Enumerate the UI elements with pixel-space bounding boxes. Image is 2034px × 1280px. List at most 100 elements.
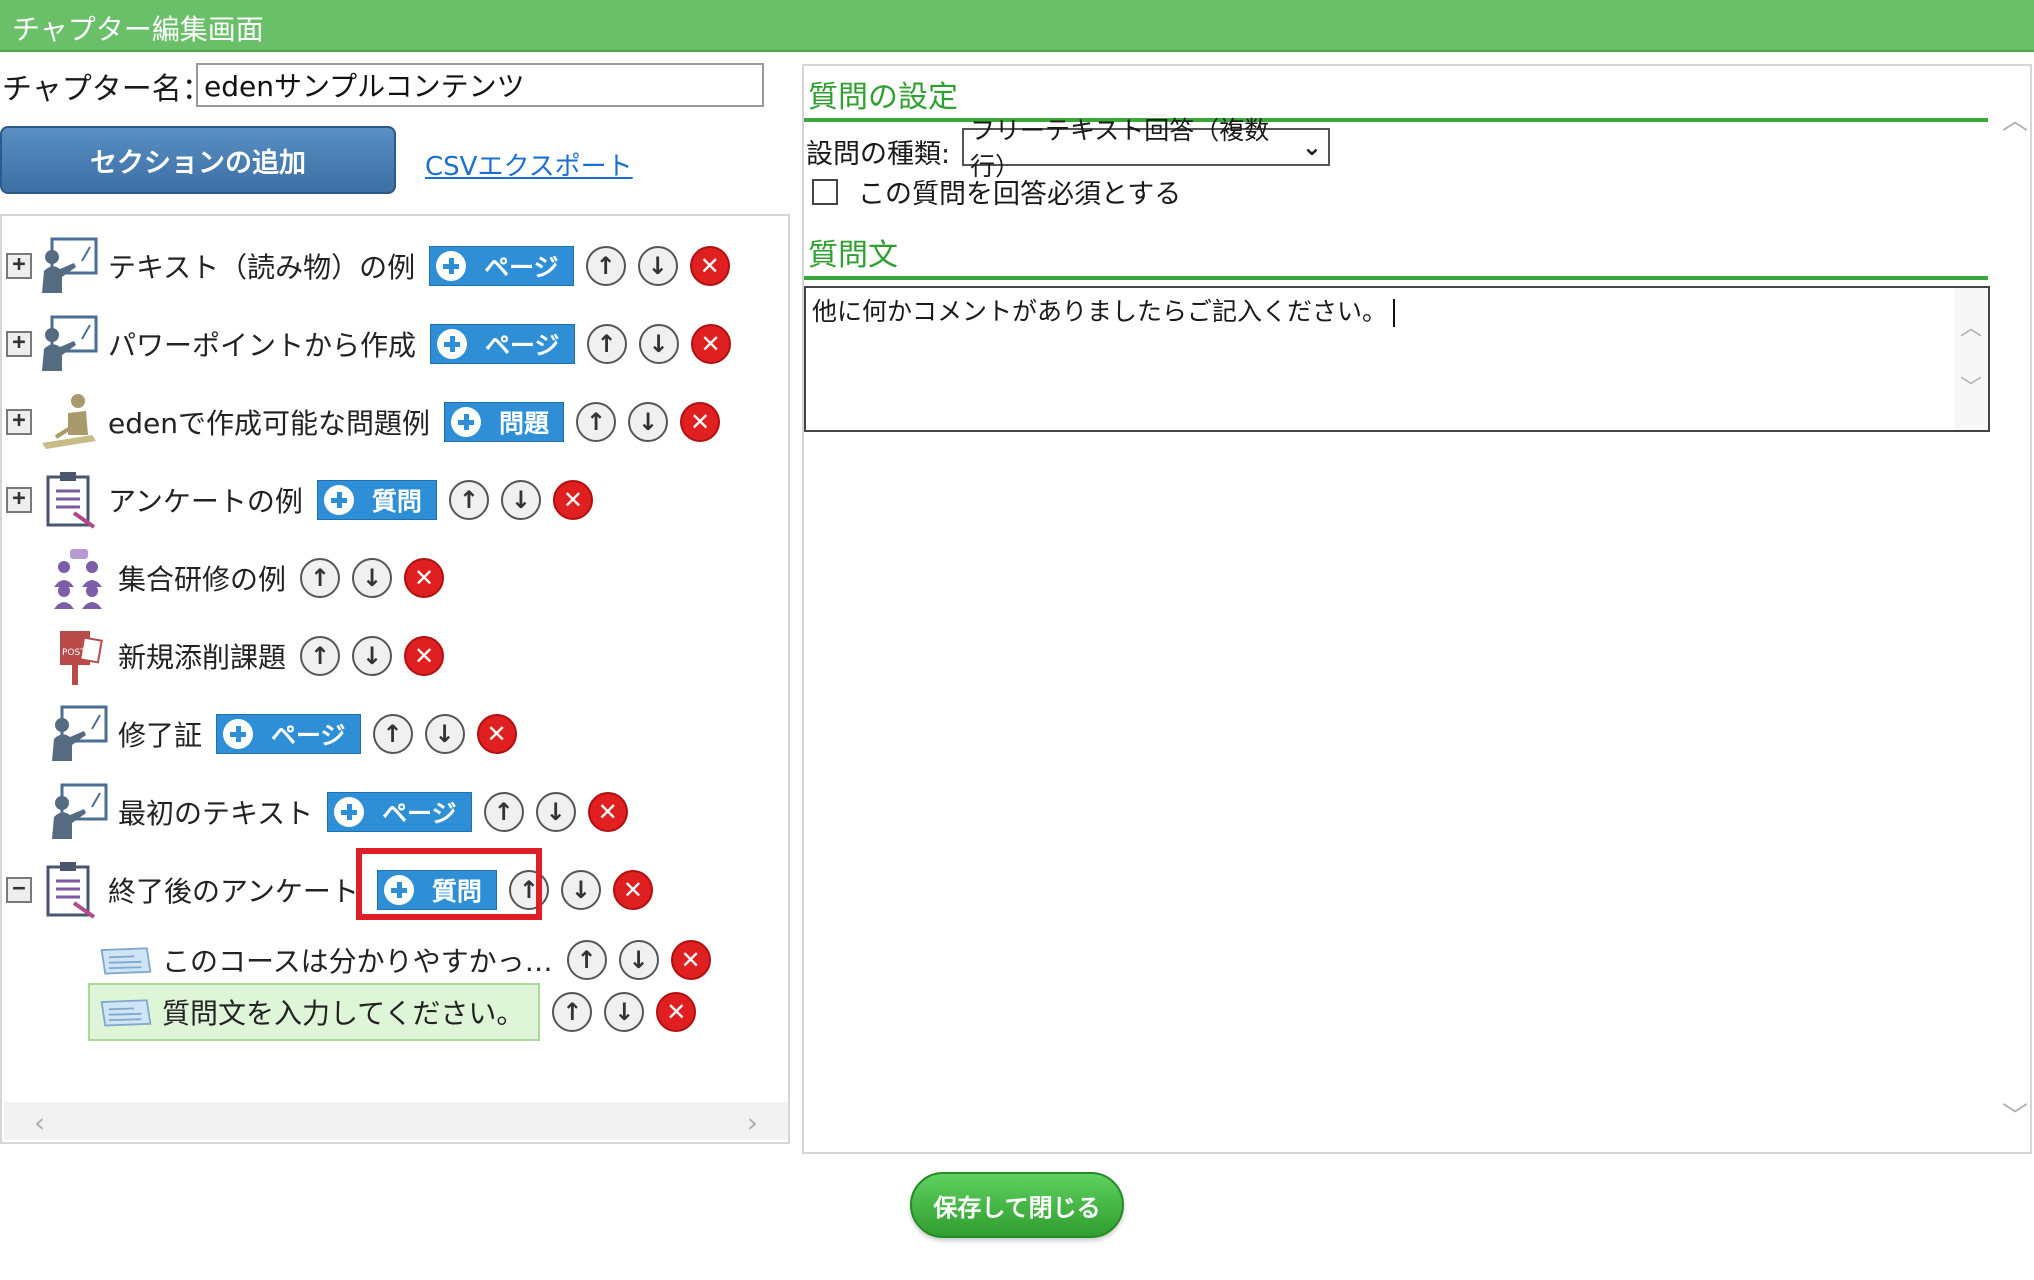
delete-button[interactable]: ✕ — [680, 402, 720, 442]
tree-item[interactable]: + アンケートの例 質問 ↑ ↓ ✕ — [6, 470, 593, 530]
move-up-button[interactable]: ↑ — [552, 992, 593, 1032]
question-text-input[interactable]: 他に何かコメントがありましたらご記入ください。 ︿ ﹀ — [804, 286, 1990, 432]
window-title: チャプター編集画面 — [12, 13, 264, 46]
tree-item-label[interactable]: 修了証 — [118, 714, 202, 754]
tree-item[interactable]: − 終了後のアンケート 質問 ↑ ↓ ✕ — [6, 860, 653, 920]
csv-export-link[interactable]: CSVエクスポート — [425, 146, 633, 183]
required-checkbox[interactable] — [812, 178, 838, 205]
expand-toggle[interactable]: + — [6, 487, 32, 513]
add-page-button[interactable]: ページ — [429, 246, 574, 286]
horizontal-scrollbar[interactable]: ‹ › — [4, 1102, 788, 1140]
add-page-button[interactable]: ページ — [216, 714, 361, 754]
svg-text:POST: POST — [62, 648, 86, 658]
clipboard-icon — [46, 862, 96, 919]
add-button-label: 質問 — [371, 487, 422, 516]
tree-item[interactable]: 最初のテキスト ページ ↑ ↓ ✕ — [48, 782, 628, 842]
textarea-scrollbar[interactable]: ︿ ﹀ — [1954, 288, 1988, 430]
add-page-button[interactable]: ページ — [430, 324, 575, 364]
move-up-button[interactable]: ↑ — [300, 558, 341, 598]
tree-item[interactable]: + edenで作成可能な問題例 問題 ↑ ↓ ✕ — [6, 392, 720, 452]
tree-item-label[interactable]: パワーポイントから作成 — [108, 324, 416, 364]
add-page-button[interactable]: ページ — [327, 792, 472, 832]
settings-header: 質問の設定 — [808, 80, 958, 115]
tree-item[interactable]: + パワーポイントから作成 ページ ↑ ↓ ✕ — [6, 314, 731, 374]
scroll-left-icon[interactable]: ‹ — [34, 1106, 45, 1139]
scroll-right-icon[interactable]: › — [747, 1106, 758, 1139]
tree-child-label[interactable]: 質問文を入力してください。 — [162, 992, 524, 1032]
add-question-button[interactable]: 質問 — [316, 480, 437, 520]
tree-child-item-selected[interactable]: 質問文を入力してください。 ↑ ↓ ✕ — [88, 982, 697, 1042]
move-down-button[interactable]: ↓ — [638, 324, 679, 364]
presenter-icon — [52, 783, 108, 839]
move-up-button[interactable]: ↑ — [372, 714, 413, 754]
add-problem-button[interactable]: 問題 — [443, 402, 564, 442]
tree-item-label[interactable]: テキスト（読み物）の例 — [108, 246, 415, 286]
move-down-button[interactable]: ↓ — [535, 792, 576, 832]
delete-button[interactable]: ✕ — [690, 324, 731, 364]
question-type-select[interactable]: フリーテキスト回答（複数行） ⌄ — [962, 116, 1330, 181]
delete-button[interactable]: ✕ — [587, 792, 628, 832]
expand-toggle[interactable]: + — [6, 253, 32, 279]
tree-item[interactable]: 修了証 ページ ↑ ↓ ✕ — [48, 704, 517, 764]
group-training-icon — [54, 549, 102, 609]
collapse-toggle[interactable]: − — [6, 877, 32, 903]
delete-button[interactable]: ✕ — [670, 940, 711, 980]
chapter-name-label: チャプター名： — [2, 72, 212, 107]
move-down-button[interactable]: ↓ — [604, 992, 645, 1032]
tree-item[interactable]: POST 新規添削課題 ↑ ↓ ✕ — [48, 626, 445, 686]
selected-row-highlight[interactable]: 質問文を入力してください。 — [88, 983, 541, 1041]
move-up-button[interactable]: ↑ — [586, 324, 627, 364]
tree-item-label[interactable]: 終了後のアンケート — [108, 870, 359, 910]
tree-child-label[interactable]: このコースは分かりやすかっ… — [162, 940, 553, 980]
move-up-button[interactable]: ↑ — [300, 636, 341, 676]
question-text-content[interactable]: 他に何かコメントがありましたらご記入ください。 — [812, 292, 1396, 328]
question-settings-panel: 質問の設定 設問の種類: フリーテキスト回答（複数行） ⌄ この質問を回答必須と… — [802, 64, 2032, 1154]
tree-item-label[interactable]: 新規添削課題 — [118, 636, 286, 676]
save-and-close-button[interactable]: 保存して閉じる — [910, 1172, 1124, 1238]
move-down-button[interactable]: ↓ — [424, 714, 465, 754]
add-section-button[interactable]: セクションの追加 — [0, 126, 396, 194]
move-up-button[interactable]: ↑ — [483, 792, 524, 832]
delete-button[interactable]: ✕ — [476, 714, 517, 754]
add-button-label: ページ — [484, 253, 559, 282]
delete-button[interactable]: ✕ — [552, 480, 593, 520]
tree-item-label[interactable]: 集合研修の例 — [118, 558, 286, 598]
scroll-up-icon[interactable]: ︿ — [2002, 100, 2028, 137]
move-up-button[interactable]: ↑ — [576, 402, 616, 442]
tree-item-label[interactable]: 最初のテキスト — [118, 792, 313, 832]
highlight-annotation — [356, 848, 542, 920]
tree-item[interactable]: + テキスト（読み物）の例 ページ ↑ ↓ ✕ — [6, 236, 730, 296]
delete-button[interactable]: ✕ — [612, 870, 653, 910]
chapter-name-input[interactable] — [196, 63, 764, 107]
move-up-button[interactable]: ↑ — [566, 940, 607, 980]
question-card-icon — [100, 999, 152, 1027]
delete-button[interactable]: ✕ — [404, 558, 445, 598]
scroll-down-icon[interactable]: ﹀ — [1960, 370, 1982, 402]
move-down-button[interactable]: ↓ — [628, 402, 668, 442]
move-down-button[interactable]: ↓ — [618, 940, 659, 980]
delete-button[interactable]: ✕ — [404, 636, 445, 676]
move-up-button[interactable]: ↑ — [448, 480, 489, 520]
tree-child-item[interactable]: このコースは分かりやすかっ… ↑ ↓ ✕ — [98, 930, 711, 990]
move-down-button[interactable]: ↓ — [560, 870, 601, 910]
delete-button[interactable]: ✕ — [656, 992, 697, 1032]
move-up-button[interactable]: ↑ — [585, 246, 626, 286]
post-box-icon: POST — [60, 631, 103, 685]
question-type-label: 設問の種類: — [806, 139, 951, 170]
panel-scrollbar[interactable]: ︿ ﹀ — [1998, 96, 2030, 1154]
presenter-icon — [42, 315, 98, 371]
presenter-icon — [42, 237, 98, 293]
required-option[interactable]: この質問を回答必須とする — [812, 172, 1181, 211]
tree-item[interactable]: 集合研修の例 ↑ ↓ ✕ — [48, 548, 445, 609]
delete-button[interactable]: ✕ — [689, 246, 730, 286]
move-down-button[interactable]: ↓ — [637, 246, 678, 286]
move-down-button[interactable]: ↓ — [352, 636, 393, 676]
tree-item-label[interactable]: アンケートの例 — [108, 480, 303, 520]
move-down-button[interactable]: ↓ — [352, 558, 393, 598]
move-down-button[interactable]: ↓ — [500, 480, 541, 520]
expand-toggle[interactable]: + — [6, 409, 32, 435]
expand-toggle[interactable]: + — [6, 331, 32, 357]
scroll-down-icon[interactable]: ﹀ — [2002, 1096, 2028, 1133]
tree-item-label[interactable]: edenで作成可能な問題例 — [108, 402, 430, 442]
scroll-up-icon[interactable]: ︿ — [1960, 310, 1982, 342]
